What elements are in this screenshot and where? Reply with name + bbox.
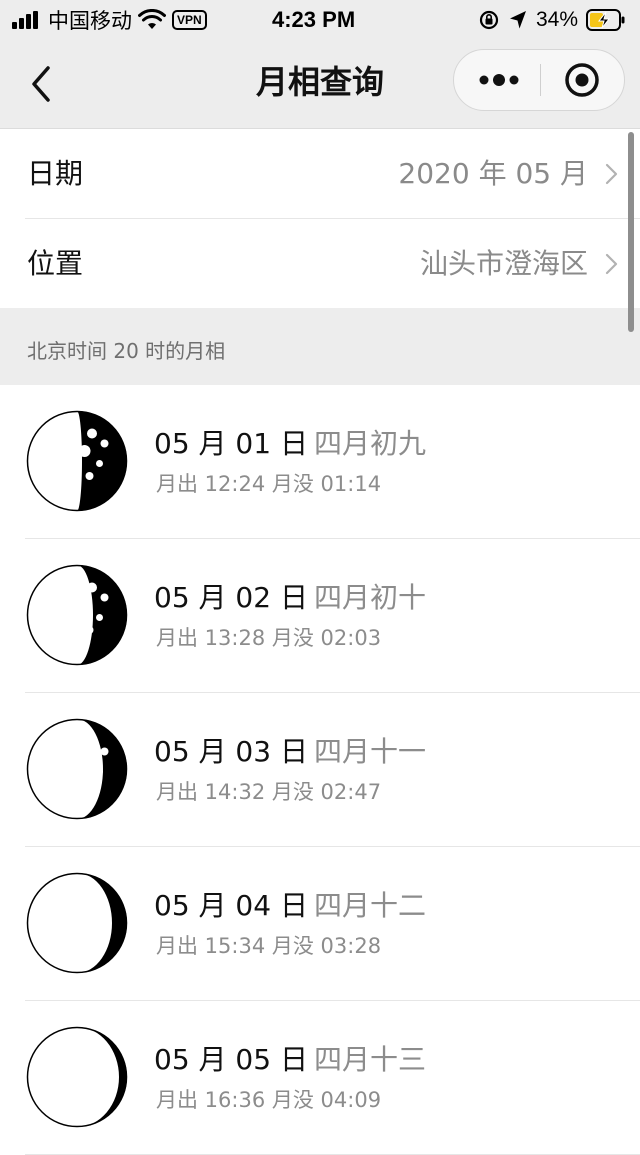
moon-date-text: 05 月 02 日 <box>154 581 308 614</box>
status-bar: 中国移动 VPN 4:23 PM 34% <box>0 0 640 40</box>
vpn-badge: VPN <box>172 10 207 30</box>
more-dots-icon[interactable] <box>474 50 524 110</box>
battery-icon <box>586 9 625 31</box>
moon-rise-set: 月出 14:32 月没 02:47 <box>156 780 382 804</box>
capsule-divider <box>540 64 541 96</box>
status-time: 4:23 PM <box>272 7 356 32</box>
location-picker-cell[interactable]: 位置 汕头市澄海区 <box>0 219 640 309</box>
section-header-text: 北京时间 20 时的月相 <box>27 339 226 363</box>
moon-date: 05 月 02 日四月初十 <box>154 578 426 618</box>
moon-date-text: 05 月 01 日 <box>154 427 308 460</box>
moon-date: 05 月 05 日四月十三 <box>154 1040 426 1080</box>
moon-rise-set: 月出 16:36 月没 04:09 <box>156 1088 382 1112</box>
location-label: 位置 <box>27 247 84 280</box>
moon-date: 05 月 04 日四月十二 <box>154 886 426 926</box>
status-right: 34% <box>478 6 626 34</box>
moon-phase-icon <box>26 872 128 974</box>
lunar-date: 四月初九 <box>313 427 426 460</box>
carrier-name: 中国移动 <box>48 9 132 33</box>
moon-rise-set: 月出 13:28 月没 02:03 <box>156 626 382 650</box>
battery-percent: 34% <box>535 8 578 31</box>
moon-row[interactable]: 05 月 03 日四月十一 月出 14:32 月没 02:47 <box>0 693 640 847</box>
lunar-date: 四月十二 <box>313 889 426 922</box>
moon-date: 05 月 01 日四月初九 <box>154 424 426 464</box>
moon-phase-icon <box>26 564 128 666</box>
date-value: 2020 年 05 月 <box>398 157 588 190</box>
status-left: 中国移动 VPN <box>12 6 207 34</box>
lunar-date: 四月十三 <box>313 1043 426 1076</box>
mini-program-capsule <box>453 49 625 111</box>
moon-row[interactable]: 05 月 05 日四月十三 月出 16:36 月没 04:09 <box>0 1001 640 1155</box>
wifi-icon <box>138 9 166 29</box>
moon-rise-set: 月出 15:34 月没 03:28 <box>156 934 382 958</box>
moon-date-text: 05 月 04 日 <box>154 889 308 922</box>
nav-bar: 月相查询 <box>0 40 640 129</box>
signal-icon <box>12 11 38 29</box>
orientation-lock-icon <box>479 10 499 30</box>
moon-row[interactable]: 05 月 04 日四月十二 月出 15:34 月没 03:28 <box>0 847 640 1001</box>
location-value: 汕头市澄海区 <box>419 247 588 280</box>
lunar-date: 四月初十 <box>313 581 426 614</box>
target-circle-icon[interactable] <box>562 60 602 100</box>
date-label: 日期 <box>27 157 84 190</box>
moon-phase-icon <box>26 1026 128 1128</box>
moon-rise-set: 月出 12:24 月没 01:14 <box>156 472 382 496</box>
moon-date-text: 05 月 05 日 <box>154 1043 308 1076</box>
chevron-right-icon <box>605 253 618 275</box>
section-header: 北京时间 20 时的月相 <box>0 308 640 385</box>
scrollbar[interactable] <box>628 132 634 332</box>
lunar-date: 四月十一 <box>313 735 426 768</box>
moon-row[interactable]: 05 月 01 日四月初九 月出 12:24 月没 01:14 <box>0 385 640 539</box>
moon-date-text: 05 月 03 日 <box>154 735 308 768</box>
moon-phase-icon <box>26 410 128 512</box>
moon-phase-icon <box>26 718 128 820</box>
date-picker-cell[interactable]: 日期 2020 年 05 月 <box>0 129 640 219</box>
moon-date: 05 月 03 日四月十一 <box>154 732 426 772</box>
chevron-right-icon <box>605 163 618 185</box>
moon-row[interactable]: 05 月 02 日四月初十 月出 13:28 月没 02:03 <box>0 539 640 693</box>
location-arrow-icon <box>509 11 526 29</box>
